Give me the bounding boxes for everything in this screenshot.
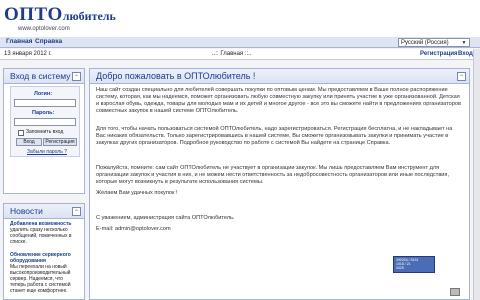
intro-paragraph: Наш сайт создан специально для любителей… — [96, 87, 461, 114]
disclaimer-paragraph: Пожалуйста, помните: сам сайт ОПТОлюбите… — [96, 165, 449, 185]
login-panel: Вход в систему − Логин: Пароль: Запомнит… — [3, 68, 85, 194]
login-input[interactable] — [14, 99, 76, 107]
logo-text-main: ОПТО — [4, 4, 63, 25]
login-panel-title: Вход в систему − — [4, 69, 84, 84]
remember-checkbox[interactable] — [18, 130, 24, 136]
remember-label: Запомнить вход — [26, 129, 64, 135]
current-date: 13 января 2012 г. — [4, 51, 52, 57]
news-item-title[interactable]: Обновление серверного оборудования — [10, 252, 78, 264]
wish-paragraph: Желаем Вам удачных покупок ! — [96, 190, 178, 196]
signature-text: С уважением, администрация сайта ОПТОлюб… — [96, 215, 235, 221]
login-label: Логин: — [34, 91, 53, 97]
language-selected: Русский (Россия) — [401, 40, 449, 46]
news-item-text: удалить сразу несколько сообщений, помеч… — [10, 227, 72, 245]
visit-counter[interactable]: 390204 / 5131 1018 / 21 3429 — [393, 256, 435, 273]
collapse-icon[interactable]: − — [457, 72, 466, 81]
news-title-text: Новости — [10, 206, 43, 216]
logo-url: www.optolover.com — [18, 26, 70, 32]
site-logo[interactable]: ОПТОлюбитель www.optolover.com — [4, 4, 116, 32]
header-login-link[interactable]: Вход — [458, 51, 473, 57]
register-button[interactable]: Регистрация — [43, 138, 77, 146]
vertical-scrollbar[interactable] — [473, 49, 480, 300]
printer-icon[interactable] — [450, 288, 460, 296]
news-panel-title: Новости − — [4, 204, 84, 219]
news-item: Добавлена возможность удалить сразу неск… — [10, 221, 78, 245]
password-input[interactable] — [14, 118, 76, 126]
header-register-link[interactable]: Регистрация — [420, 51, 458, 57]
chevron-down-icon: ▼ — [461, 40, 467, 46]
logo-text-sub: любитель — [62, 9, 116, 23]
news-panel: Новости − Добавлена возможность удалить … — [3, 203, 85, 300]
welcome-title-text: Добро пожаловать в ОПТОлюбитель ! — [96, 71, 256, 81]
login-button[interactable]: Вход — [16, 138, 42, 146]
news-item-text: Мы переехали на новый высокопроизводител… — [10, 264, 71, 294]
login-form: Логин: Пароль: Запомнить вход Вход Регис… — [10, 86, 80, 157]
breadcrumb: ..:: Главная ::.. — [212, 51, 252, 57]
nav-help[interactable]: Справка — [35, 38, 62, 45]
collapse-icon[interactable]: − — [72, 207, 81, 216]
forgot-password-link[interactable]: Забыли пароль ? — [27, 149, 67, 155]
site-header: ОПТОлюбитель www.optolover.com — [0, 0, 480, 38]
language-select[interactable]: Русский (Россия) ▼ — [398, 38, 470, 47]
counter-line: 3429 — [396, 266, 404, 270]
register-paragraph: Для того, чтобы начать пользоваться сист… — [96, 126, 453, 146]
collapse-icon[interactable]: − — [72, 72, 81, 81]
info-bar: 13 января 2012 г. ..:: Главная ::.. Реги… — [0, 49, 480, 60]
news-item: Обновление серверного оборудования Мы пе… — [10, 252, 78, 294]
login-title-text: Вход в систему — [10, 71, 71, 81]
welcome-panel: Добро пожаловать в ОПТОлюбитель ! − Наш … — [89, 68, 470, 300]
email-text[interactable]: E-mail: admin@optolover.com — [96, 226, 463, 233]
nav-home[interactable]: Главная — [6, 38, 32, 45]
password-label: Пароль: — [32, 110, 55, 116]
welcome-panel-title: Добро пожаловать в ОПТОлюбитель ! − — [90, 69, 469, 84]
